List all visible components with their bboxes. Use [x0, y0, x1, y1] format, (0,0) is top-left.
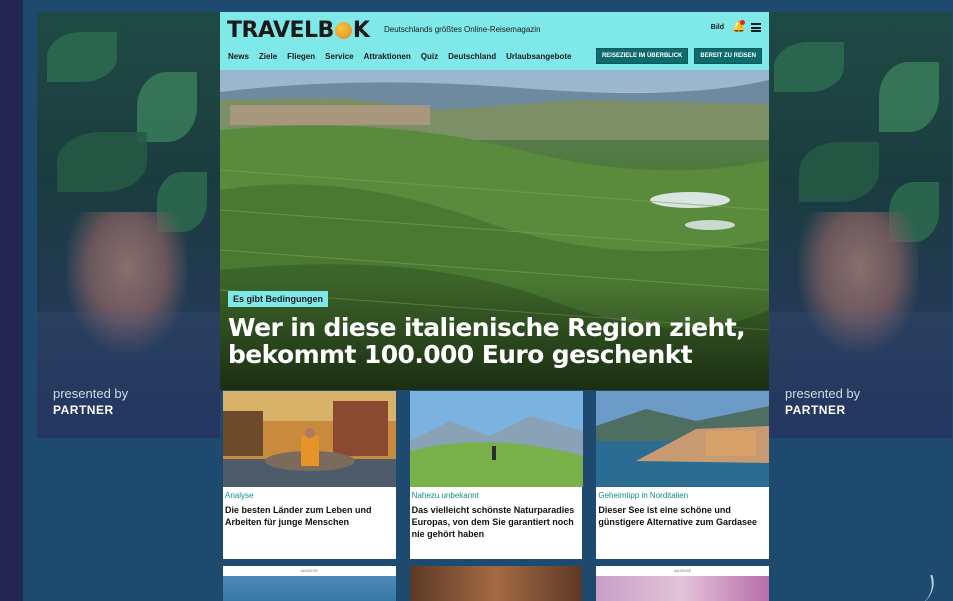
- teaser-kicker: Nahezu unbekannt: [411, 491, 479, 500]
- teaser-title[interactable]: Das vielleicht schönste Naturparadies Eu…: [412, 504, 580, 540]
- teaser-kicker: Geheimtipp in Norditalien: [598, 491, 689, 500]
- nav-item-service[interactable]: Service: [325, 52, 353, 61]
- hamburger-icon[interactable]: [751, 23, 761, 32]
- teaser-title[interactable]: Die besten Länder zum Leben und Arbeiten…: [225, 504, 393, 528]
- side-ad-left[interactable]: presented by PARTNER: [37, 12, 220, 438]
- reiseziele-button[interactable]: REISEZIELE IM ÜBERBLICK: [595, 48, 689, 64]
- teaser-cards: Analyse Die besten Länder zum Leben und …: [223, 391, 770, 559]
- nav-buttons: REISEZIELE IM ÜBERBLICK BEREIT ZU REISEN: [595, 48, 762, 64]
- bild-label: Bild: [710, 24, 724, 31]
- ad-card[interactable]: ANZEIGE: [596, 566, 770, 601]
- hero-headline[interactable]: Wer in diese italienische Region zieht, …: [228, 314, 748, 368]
- teaser-image: [409, 566, 583, 601]
- ad-label: ANZEIGE: [673, 568, 692, 573]
- partner-label: PARTNER: [785, 403, 846, 417]
- ad-image: [223, 576, 396, 601]
- site-header: TRAVELB K Deutschlands größtes Online-Rei…: [220, 12, 769, 70]
- header-icons: Bild 🔔: [711, 20, 761, 33]
- hero-teaser[interactable]: Es gibt Bedingungen Wer in diese italien…: [220, 70, 769, 390]
- teaser-card[interactable]: [409, 566, 583, 601]
- nav-item-urlaubsangebote[interactable]: Urlaubsangebote: [506, 52, 571, 61]
- notification-dot: [740, 20, 745, 25]
- ad-row: ANZEIGE ANZEIGE: [223, 566, 770, 601]
- leaf-decoration: [47, 32, 117, 82]
- partner-label: PARTNER: [53, 403, 114, 417]
- teaser-image: [223, 391, 396, 487]
- ad-card[interactable]: ANZEIGE: [223, 566, 396, 601]
- nav-item-deutschland[interactable]: Deutschland: [448, 52, 496, 61]
- bild-icon[interactable]: Bild: [711, 24, 724, 31]
- teaser-image: [409, 391, 583, 487]
- teaser-card[interactable]: Analyse Die besten Länder zum Leben und …: [223, 391, 396, 559]
- travelbook-logo[interactable]: TRAVELB K: [227, 18, 370, 43]
- bell-icon[interactable]: 🔔: [732, 20, 746, 33]
- ad-label: ANZEIGE: [300, 568, 319, 573]
- leaf-decoration: [774, 42, 844, 92]
- nav-item-attraktionen[interactable]: Attraktionen: [364, 52, 411, 61]
- teaser-kicker: Analyse: [225, 491, 254, 500]
- teaser-card[interactable]: Geheimtipp in Norditalien Dieser See ist…: [596, 391, 770, 559]
- teaser-image: [596, 391, 770, 487]
- leaf-decoration: [799, 142, 879, 202]
- logo-text-start: TRAVELB: [227, 18, 334, 43]
- nav-item-ziele[interactable]: Ziele: [259, 52, 277, 61]
- bereit-zu-reisen-button[interactable]: BEREIT ZU REISEN: [694, 48, 762, 64]
- ad-water: [37, 312, 220, 438]
- nav-item-news[interactable]: News: [228, 52, 249, 61]
- nav-item-fliegen[interactable]: Fliegen: [287, 52, 315, 61]
- teaser-title[interactable]: Dieser See ist eine schöne und günstiger…: [598, 504, 766, 528]
- ad-image: [596, 576, 770, 601]
- teaser-card[interactable]: Nahezu unbekannt Das vielleicht schönste…: [409, 391, 583, 559]
- presented-by-label: presented by: [53, 386, 129, 401]
- hero-badge: Es gibt Bedingungen: [228, 291, 328, 307]
- presented-by-label: presented by: [785, 386, 861, 401]
- nav-item-quiz[interactable]: Quiz: [421, 52, 438, 61]
- logo-text-end: K: [352, 18, 370, 43]
- side-ad-right[interactable]: presented by PARTNER: [769, 12, 952, 438]
- leaf-decoration: [879, 62, 939, 132]
- main-nav: News Ziele Fliegen Service Attraktionen …: [228, 52, 571, 61]
- main-column: TRAVELB K Deutschlands größtes Online-Rei…: [220, 12, 770, 601]
- site-tagline: Deutschlands größtes Online-Reisemagazin: [384, 25, 541, 34]
- ad-water: [769, 312, 952, 438]
- leaf-decoration: [57, 132, 147, 192]
- globe-icon: [334, 22, 352, 39]
